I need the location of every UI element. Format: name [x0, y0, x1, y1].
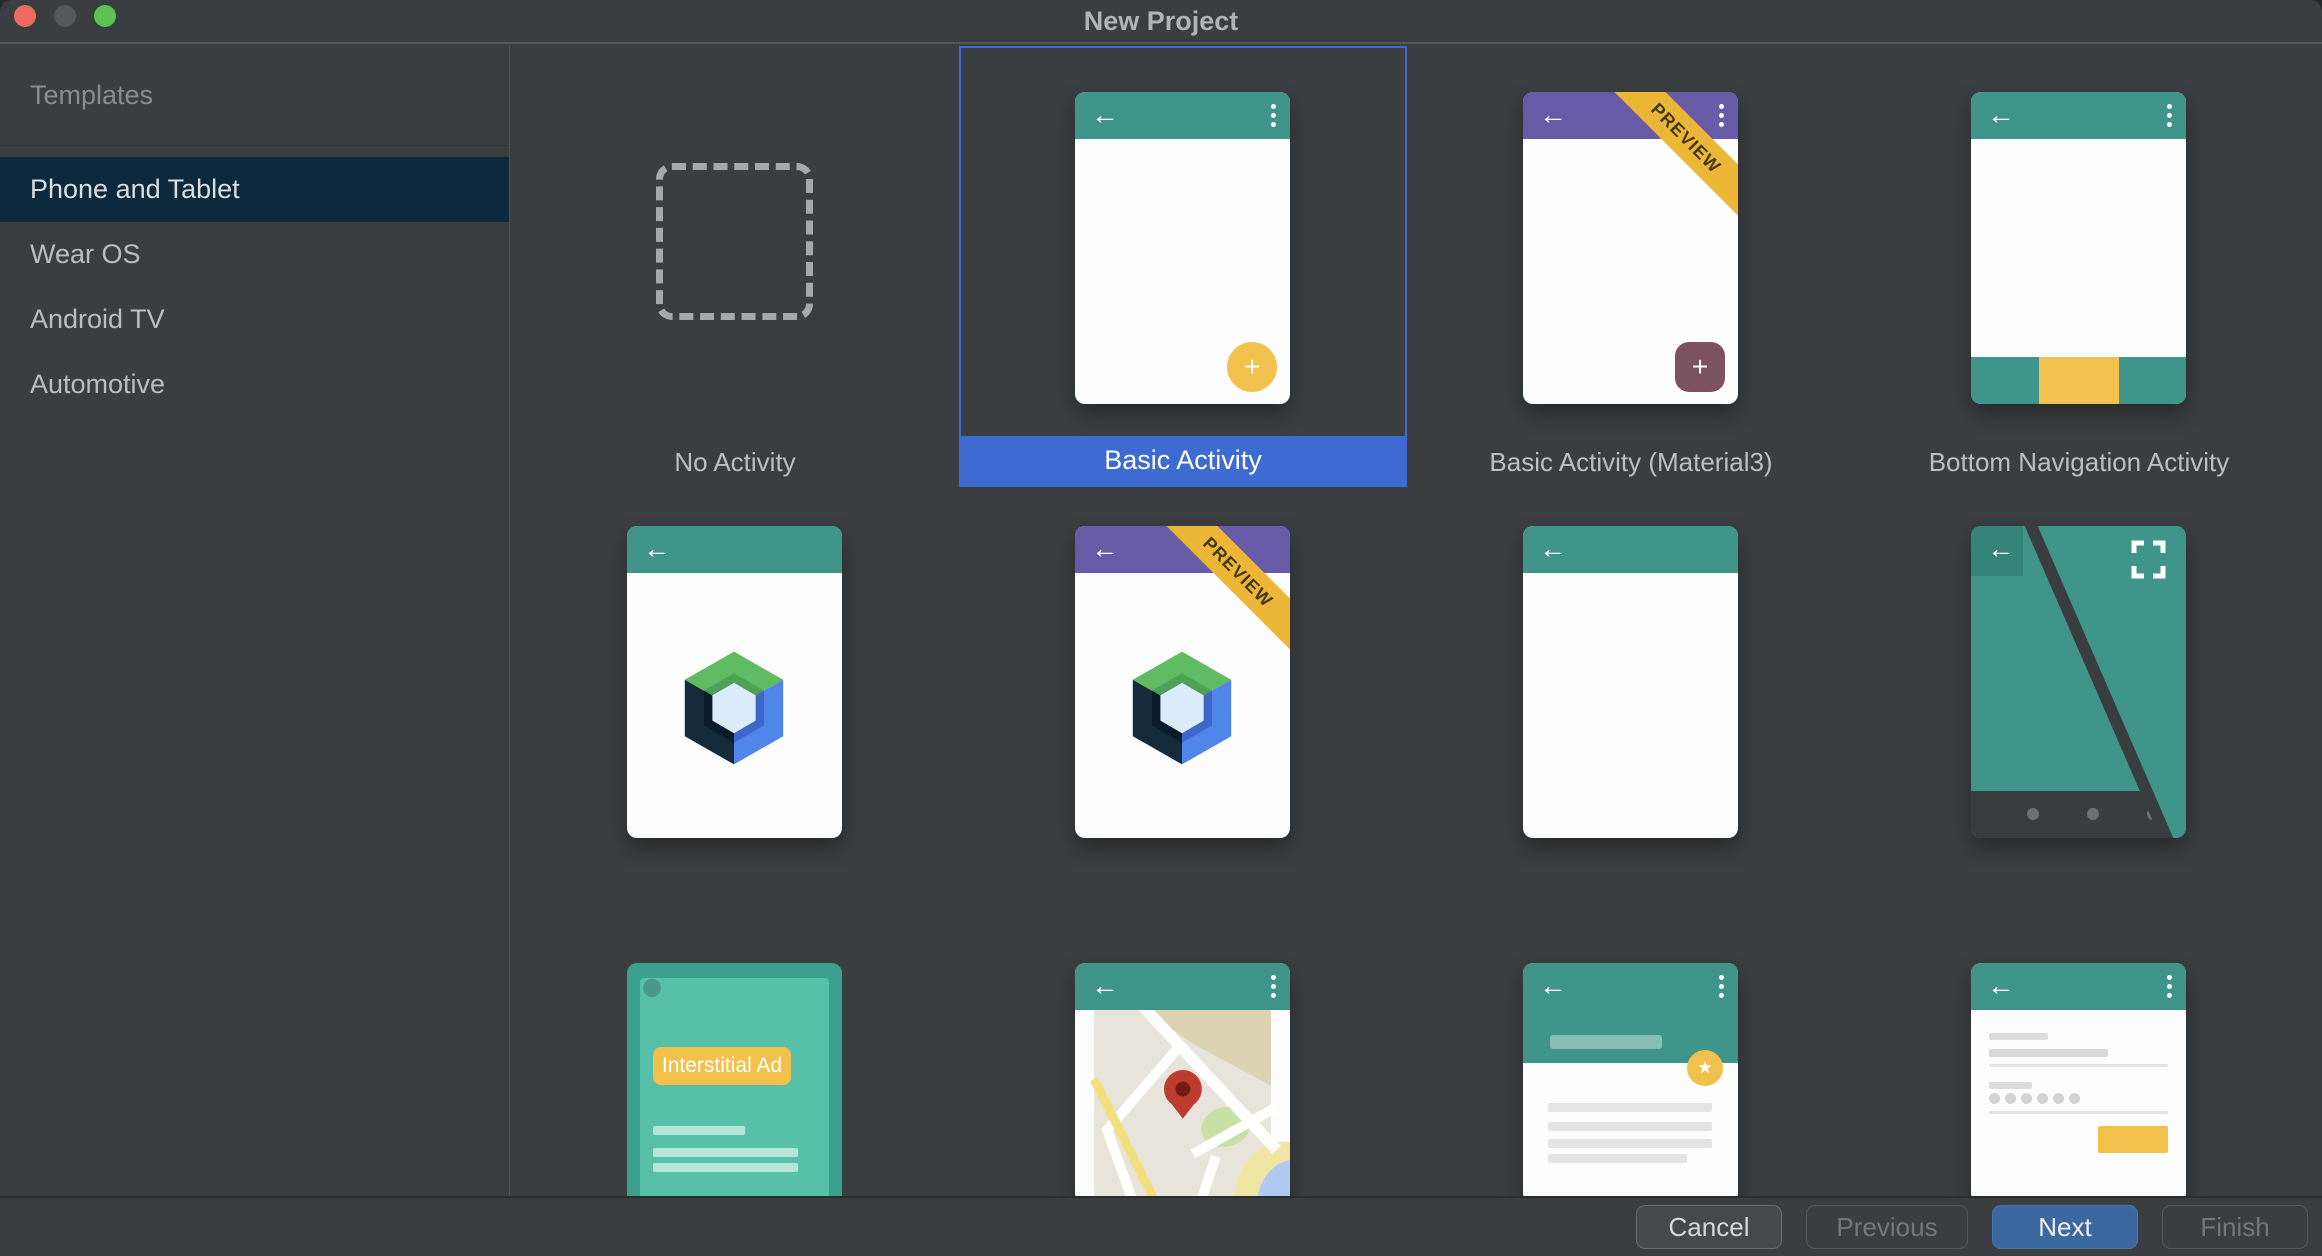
app-bar: ←: [1523, 526, 1738, 573]
sidebar-item-label: Android TV: [30, 304, 165, 335]
app-bar: ←: [1971, 963, 2186, 1010]
login-preview: ←: [1971, 963, 2186, 1196]
selected-template-label: Basic Activity: [961, 436, 1405, 485]
template-card-fullscreen-activity[interactable]: ← Fullscreen Activity: [1855, 480, 2303, 921]
app-bar: ←: [1075, 963, 1290, 1010]
close-window-icon[interactable]: [14, 5, 36, 27]
template-label: Basic Activity (Material3): [1407, 446, 1855, 478]
back-arrow-icon: ←: [1539, 532, 1567, 566]
previous-button[interactable]: Previous: [1806, 1205, 1968, 1249]
overflow-menu-icon: [1271, 104, 1276, 127]
dialog-footer: Cancel Previous Next Finish: [0, 1196, 2322, 1256]
overflow-menu-icon: [1271, 975, 1276, 998]
basic-activity-m3-preview: ← PREVIEW +: [1523, 92, 1738, 404]
sidebar-item-label: Wear OS: [30, 239, 141, 270]
template-card-no-activity[interactable]: No Activity: [511, 46, 959, 487]
bottom-navigation-preview: ←: [1971, 92, 2186, 404]
fab-star-icon: ★: [1687, 1050, 1723, 1086]
template-card-admob-ads-activity[interactable]: Interstitial Ad: [511, 963, 959, 1196]
fullscreen-preview: ←: [1971, 526, 2186, 838]
template-card-scrolling-activity[interactable]: ← ★: [1407, 963, 1855, 1196]
password-dots-icon: [1989, 1093, 2080, 1104]
sidebar-item-wear-os[interactable]: Wear OS: [0, 222, 509, 287]
interstitial-ad-badge: Interstitial Ad: [653, 1047, 791, 1085]
sidebar-item-label: Phone and Tablet: [30, 174, 240, 205]
admob-preview: Interstitial Ad: [627, 963, 842, 1196]
app-bar: ←: [1971, 92, 2186, 139]
minimize-window-icon[interactable]: [54, 5, 76, 27]
avatar-dot-icon: [643, 979, 661, 997]
back-arrow-icon: ←: [1539, 969, 1567, 1003]
sidebar-item-android-tv[interactable]: Android TV: [0, 287, 509, 352]
app-bar: ←: [627, 526, 842, 573]
basic-activity-preview: ← +: [1075, 92, 1290, 404]
next-button[interactable]: Next: [1992, 1205, 2138, 1249]
overflow-menu-icon: [2167, 104, 2172, 127]
fab-plus-icon: +: [1675, 342, 1725, 392]
sidebar-item-automotive[interactable]: Automotive: [0, 352, 509, 417]
back-arrow-icon: ←: [1091, 969, 1119, 1003]
traffic-lights: [14, 5, 116, 27]
template-grid: No Activity ← + Basic Activity ← PREVIEW: [511, 46, 2322, 1196]
template-card-basic-activity[interactable]: ← + Basic Activity: [959, 46, 1407, 487]
template-card-bottom-navigation-activity[interactable]: ← Bottom Navigation Activity: [1855, 46, 2303, 487]
back-arrow-icon: ←: [1987, 969, 2015, 1003]
template-card-login-activity[interactable]: ←: [1855, 963, 2303, 1196]
sidebar-header: Templates: [0, 46, 509, 146]
back-arrow-icon: ←: [643, 532, 671, 566]
title-placeholder: [1550, 1035, 1662, 1049]
login-button-placeholder: [2098, 1126, 2168, 1153]
maps-preview: ←: [1075, 963, 1290, 1196]
zoom-window-icon[interactable]: [94, 5, 116, 27]
map-graphic: [1075, 1010, 1290, 1196]
jetpack-compose-logo-icon: [674, 648, 794, 768]
title-bar: New Project: [0, 0, 2322, 44]
sidebar-item-label: Automotive: [30, 369, 165, 400]
empty-compose-m3-preview: ← PREVIEW: [1075, 526, 1290, 838]
template-card-google-maps-activity[interactable]: ←: [959, 963, 1407, 1196]
fab-plus-icon: +: [1227, 342, 1277, 392]
bottom-nav-bar: [1971, 357, 2186, 404]
overflow-menu-icon: [1719, 975, 1724, 998]
templates-sidebar: Templates Phone and Tablet Wear OS Andro…: [0, 46, 510, 1196]
back-arrow-icon: ←: [1539, 98, 1567, 132]
sidebar-item-phone-and-tablet[interactable]: Phone and Tablet: [0, 157, 509, 222]
back-arrow-icon: ←: [1091, 98, 1119, 132]
window-title: New Project: [1084, 6, 1239, 37]
template-label: Bottom Navigation Activity: [1855, 446, 2303, 478]
overflow-menu-icon: [2167, 975, 2172, 998]
empty-compose-preview: ←: [627, 526, 842, 838]
template-label: No Activity: [511, 446, 959, 478]
cancel-button[interactable]: Cancel: [1636, 1205, 1782, 1249]
new-project-dialog: New Project Templates Phone and Tablet W…: [0, 0, 2322, 1256]
template-card-empty-compose-activity-material3[interactable]: ← PREVIEW Empty Compose Activity (Materi…: [959, 480, 1407, 921]
scrolling-preview: ← ★: [1523, 963, 1738, 1196]
no-activity-placeholder-icon: [656, 163, 813, 320]
sidebar-list: Phone and Tablet Wear OS Android TV Auto…: [0, 146, 509, 417]
app-bar: ←: [1075, 92, 1290, 139]
back-arrow-icon: ←: [1987, 98, 2015, 132]
back-arrow-icon: ←: [1987, 532, 2015, 566]
jetpack-compose-logo-icon: [1122, 648, 1242, 768]
empty-activity-preview: ←: [1523, 526, 1738, 838]
template-card-empty-activity[interactable]: ← Empty Activity: [1407, 480, 1855, 921]
template-card-basic-activity-material3[interactable]: ← PREVIEW + Basic Activity (Material3): [1407, 46, 1855, 487]
finish-button[interactable]: Finish: [2162, 1205, 2308, 1249]
back-arrow-icon: ←: [1091, 532, 1119, 566]
fullscreen-mockup-graphic: [1971, 526, 2186, 838]
template-card-empty-compose-activity[interactable]: ← Empty Compose Activity: [511, 480, 959, 921]
overflow-menu-icon: [1719, 104, 1724, 127]
app-bar-tall: ←: [1523, 963, 1738, 1063]
